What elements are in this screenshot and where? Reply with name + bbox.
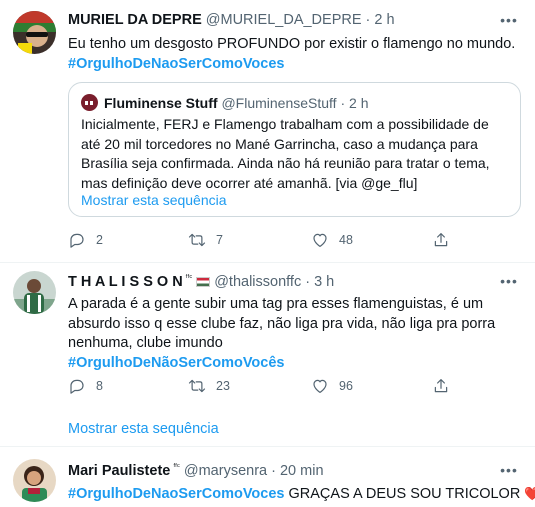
like-button[interactable]: 96 bbox=[311, 377, 353, 395]
reply-icon bbox=[70, 233, 84, 248]
tweet-actions: 8 23 96 bbox=[68, 377, 498, 397]
quoted-avatar[interactable] bbox=[81, 94, 98, 111]
like-button[interactable]: 48 bbox=[311, 231, 353, 249]
hungary-flag-icon bbox=[196, 276, 211, 287]
more-options-icon[interactable]: ••• bbox=[499, 460, 519, 480]
reply-count: 8 bbox=[96, 379, 103, 393]
like-count: 96 bbox=[339, 379, 353, 393]
timestamp[interactable]: · 2 h bbox=[366, 12, 395, 28]
quoted-tweet-header: Fluminense Stuff @FluminenseStuff · 2 h bbox=[81, 94, 368, 111]
quoted-display-name: Fluminense Stuff bbox=[104, 94, 218, 111]
display-name[interactable]: T H A L I S S O N bbox=[68, 274, 183, 290]
retweet-icon bbox=[188, 379, 206, 393]
tweet-mari[interactable]: Mari Paulistete ᶠᶠᶜ @marysenra · 20 min •… bbox=[0, 447, 535, 507]
display-name[interactable]: Mari Paulistete bbox=[68, 463, 170, 479]
quoted-tweet-text: Inicialmente, FERJ e Flamengo trabalham … bbox=[81, 116, 490, 191]
reply-count: 2 bbox=[96, 233, 103, 247]
avatar[interactable] bbox=[13, 11, 56, 54]
hashtag-link[interactable]: #OrgulhoDeNaoSerComoVoces bbox=[68, 55, 518, 75]
avatar[interactable] bbox=[13, 459, 56, 502]
share-icon bbox=[434, 379, 448, 393]
timestamp[interactable]: · 3 h bbox=[305, 274, 334, 290]
tweet-text: A parada é a gente subir uma tag pra ess… bbox=[68, 295, 518, 373]
quoted-tweet[interactable]: Fluminense Stuff @FluminenseStuff · 2 h … bbox=[68, 82, 521, 217]
handle[interactable]: @MURIEL_DA_DEPRE bbox=[206, 12, 362, 28]
tweet-text-body: A parada é a gente subir uma tag pra ess… bbox=[68, 296, 496, 351]
tweet-thalisson[interactable]: T H A L I S S O Nᶠᶠᶜ @thalissonffc · 3 h… bbox=[0, 263, 535, 446]
avatar[interactable] bbox=[13, 271, 56, 314]
quoted-timestamp: · 2 h bbox=[340, 94, 369, 111]
retweet-count: 23 bbox=[216, 379, 230, 393]
quoted-handle: @FluminenseStuff bbox=[221, 94, 337, 111]
tweet-header: MURIEL DA DEPRE @MURIEL_DA_DEPRE · 2 h bbox=[68, 12, 395, 28]
hearts-emoji: ❤️💚 bbox=[524, 486, 535, 501]
show-thread-link[interactable]: Mostrar esta sequência bbox=[81, 192, 227, 208]
handle[interactable]: @thalissonffc bbox=[214, 274, 301, 290]
share-icon bbox=[434, 233, 448, 247]
tweet-text: Eu tenho um desgosto PROFUNDO por existi… bbox=[68, 35, 518, 74]
reply-icon bbox=[70, 379, 84, 394]
reply-button[interactable]: 8 bbox=[68, 377, 103, 395]
hashtag-link[interactable]: #OrgulhoDeNaoSerComoVoces bbox=[68, 486, 284, 502]
like-count: 48 bbox=[339, 233, 353, 247]
tweet-text: #OrgulhoDeNaoSerComoVoces GRAÇAS A DEUS … bbox=[68, 484, 535, 505]
retweet-button[interactable]: 23 bbox=[188, 377, 230, 395]
handle[interactable]: @marysenra bbox=[184, 463, 267, 479]
heart-icon bbox=[313, 379, 327, 393]
tweet-muriel[interactable]: MURIEL DA DEPRE @MURIEL_DA_DEPRE · 2 h •… bbox=[0, 0, 535, 262]
tweet-actions: 2 7 48 bbox=[68, 231, 498, 251]
retweet-count: 7 bbox=[216, 233, 223, 247]
tweet-header: Mari Paulistete ᶠᶠᶜ @marysenra · 20 min bbox=[68, 462, 324, 479]
name-suffix: ᶠᶠᶜ bbox=[185, 273, 193, 282]
share-button[interactable] bbox=[432, 377, 460, 395]
timestamp[interactable]: · 20 min bbox=[271, 463, 323, 479]
show-thread-link[interactable]: Mostrar esta sequência bbox=[68, 421, 219, 437]
share-button[interactable] bbox=[432, 231, 460, 249]
retweet-icon bbox=[188, 233, 206, 247]
hashtag-link[interactable]: #OrgulhoDeNãoSerComoVocês bbox=[68, 354, 518, 374]
heart-icon bbox=[313, 233, 327, 247]
more-options-icon[interactable]: ••• bbox=[499, 10, 519, 30]
retweet-button[interactable]: 7 bbox=[188, 231, 223, 249]
tweet-text-body: Eu tenho um desgosto PROFUNDO por existi… bbox=[68, 36, 516, 52]
name-suffix: ᶠᶠᶜ bbox=[173, 462, 180, 471]
display-name[interactable]: MURIEL DA DEPRE bbox=[68, 12, 202, 28]
reply-button[interactable]: 2 bbox=[68, 231, 103, 249]
tweet-header: T H A L I S S O Nᶠᶠᶜ @thalissonffc · 3 h bbox=[68, 273, 334, 290]
tweet-text-body: GRAÇAS A DEUS SOU TRICOLOR bbox=[288, 486, 521, 502]
more-options-icon[interactable]: ••• bbox=[499, 271, 519, 291]
